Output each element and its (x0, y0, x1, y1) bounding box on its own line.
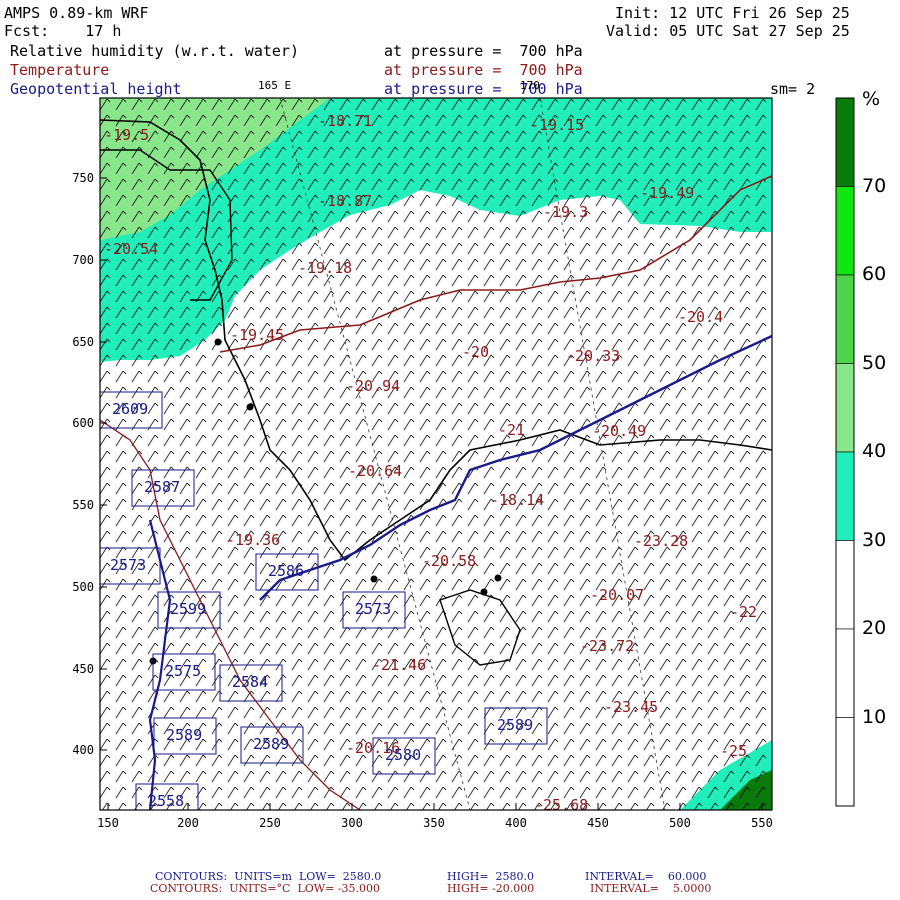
station-dot (494, 574, 502, 582)
temperature-label: -20.54 (104, 240, 158, 258)
temperature-label: -20.64 (348, 462, 402, 480)
height-label: 2589 (497, 716, 533, 734)
colorbar-segment (835, 717, 855, 807)
temperature-label: -19.5 (104, 126, 149, 144)
temperature-label: -20.33 (566, 347, 620, 365)
colorbar-label: 50 (862, 351, 887, 374)
colorbar-label: 70 (862, 174, 887, 197)
temperature-label: -20.4 (678, 308, 723, 326)
y-tick-label: 550 (72, 498, 94, 512)
temperature-label: -19.36 (226, 531, 280, 549)
x-tick-label: 300 (341, 816, 363, 830)
colorbar-label: 10 (862, 705, 887, 728)
x-tick-label: 350 (423, 816, 445, 830)
colorbar-segment (835, 186, 855, 276)
colorbar-label: 40 (862, 440, 887, 462)
y-tick-label: 700 (72, 253, 94, 267)
temperature-label: -18.14 (490, 491, 544, 509)
temperature-label: -19.49 (640, 184, 694, 202)
temperature-label: -22 (730, 603, 757, 621)
temperature-label: -21 (498, 421, 525, 439)
colorbar-segment (835, 97, 855, 187)
x-tick-label: 150 (97, 816, 119, 830)
colorbar-label: 30 (862, 528, 887, 551)
y-tick-label: 450 (72, 662, 94, 676)
y-tick-label: 500 (72, 580, 94, 594)
temperature-label: -23.45 (604, 698, 658, 716)
temperature-label: -19.45 (230, 326, 284, 344)
colorbar-segment (835, 540, 855, 630)
height-label: 2573 (110, 556, 146, 574)
wind-barbs-layer (100, 98, 772, 810)
temperature-label: -20 (462, 343, 489, 361)
temperature-label: -18.71 (318, 112, 372, 130)
temperature-label: -19.3 (543, 203, 588, 221)
temperature-label: -20.94 (346, 377, 400, 395)
temperature-label: -25 (720, 742, 747, 760)
footer-temp-interval: INTERVAL= 5.0000 (590, 882, 712, 895)
height-label: 2584 (232, 673, 268, 691)
station-dot (246, 403, 254, 411)
height-label: 2580 (385, 746, 421, 764)
temperature-label: -23.72 (580, 637, 634, 655)
height-label: 2589 (166, 726, 202, 744)
temperature-label: -18.87 (318, 192, 372, 210)
x-tick-label: 450 (587, 816, 609, 830)
x-tick-label: 550 (751, 816, 773, 830)
temperature-label: -19.15 (530, 116, 584, 134)
station-dot (214, 338, 222, 346)
temperature-label: -20.58 (422, 552, 476, 570)
colorbar-segment (835, 363, 855, 453)
height-label: 2586 (268, 562, 304, 580)
y-tick-label: 750 (72, 171, 94, 185)
temperature-label: -23.28 (634, 532, 688, 550)
temperature-label: -20.07 (590, 586, 644, 604)
height-label: 2575 (165, 662, 201, 680)
y-tick-label: 400 (72, 743, 94, 757)
colorbar-segment (835, 274, 855, 364)
forecast-map: -18.71 -19.15 -19.49 -18.87 -19.3 -19.18 -20.5… (72, 97, 855, 830)
colorbar-label: 20 (862, 617, 887, 639)
temperature-label: -20.49 (592, 422, 646, 440)
height-label: 2589 (253, 735, 289, 753)
x-tick-label: 400 (505, 816, 527, 830)
y-tick-label: 600 (72, 416, 94, 430)
height-label: 2599 (170, 600, 206, 618)
y-tick-label: 650 (72, 335, 94, 349)
height-label: 2609 (112, 400, 148, 418)
x-tick-label: 200 (177, 816, 199, 830)
temperature-label: -21.46 (372, 656, 426, 674)
height-label: 2573 (355, 600, 391, 618)
colorbar-segment (835, 451, 855, 541)
temperature-label: -25.68 (534, 796, 588, 814)
height-label: 2558 (148, 792, 184, 810)
colorbar (835, 97, 855, 807)
x-tick-label: 250 (259, 816, 281, 830)
temperature-label: -19.18 (298, 259, 352, 277)
height-label: 2587 (144, 478, 180, 496)
x-tick-label: 500 (669, 816, 691, 830)
station-dot (480, 588, 488, 596)
colorbar-unit: % (862, 88, 881, 110)
colorbar-label: 60 (862, 263, 887, 285)
footer-temp-contours: CONTOURS: UNITS=°C LOW= -35.000 (150, 882, 380, 895)
station-dot (370, 575, 378, 583)
colorbar-segment (835, 628, 855, 718)
footer-temp-high: HIGH= -20.000 (447, 882, 535, 895)
